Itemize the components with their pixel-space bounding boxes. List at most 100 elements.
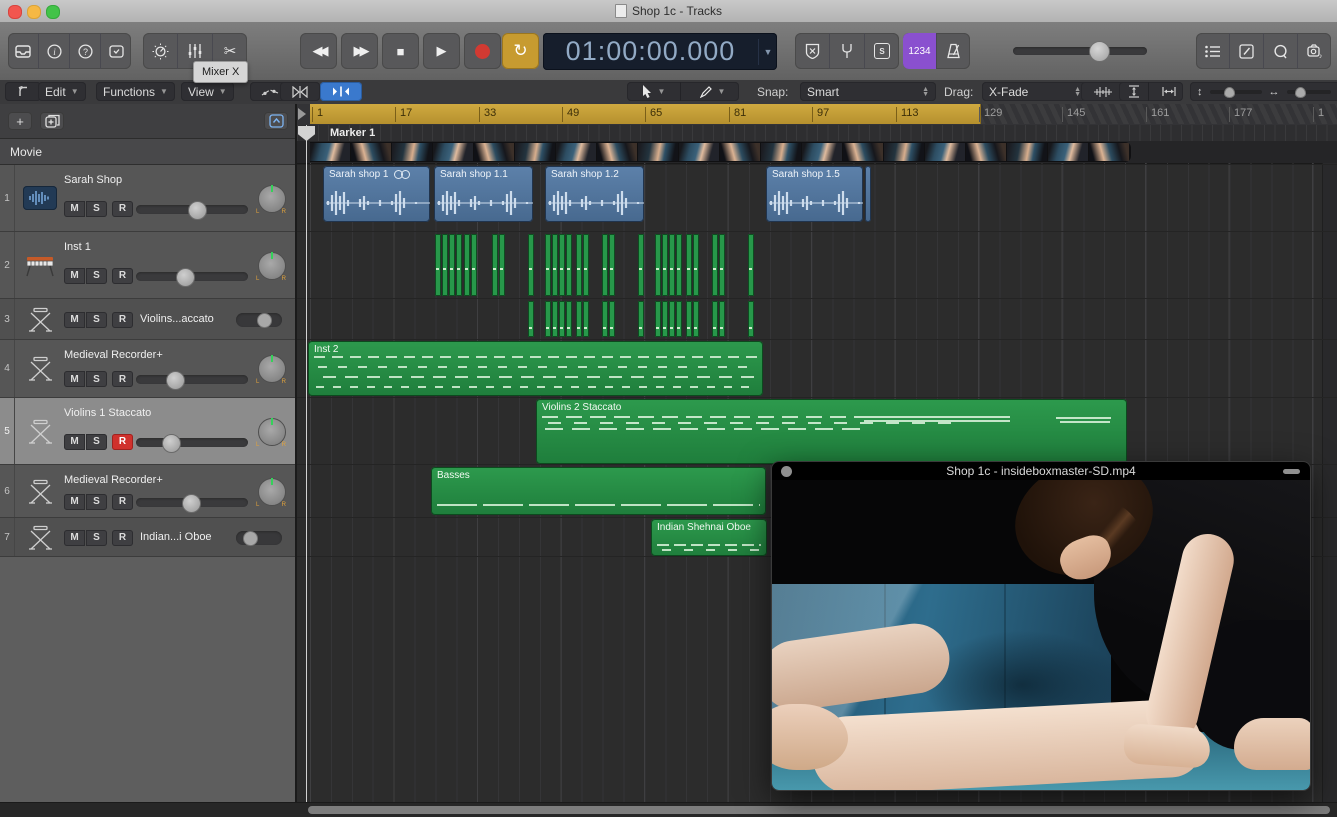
midi-region-small[interactable]	[583, 234, 589, 296]
midi-region-small[interactable]	[449, 234, 455, 296]
midi-region-small[interactable]	[471, 234, 477, 296]
mute-button[interactable]: M	[64, 371, 85, 387]
track-volume-slider[interactable]	[136, 272, 248, 281]
tuner-icon[interactable]	[830, 33, 865, 69]
movie-global-track-header[interactable]: Movie	[0, 139, 296, 165]
minimize-window-button[interactable]	[27, 5, 41, 19]
midi-region[interactable]: Indian Shehnai Oboe	[651, 519, 767, 556]
horizontal-auto-zoom-icon[interactable]	[1154, 82, 1183, 101]
stop-button[interactable]: ■	[382, 33, 419, 69]
duplicate-track-button[interactable]	[40, 112, 64, 130]
audio-region[interactable]: Sarah shop 1.5	[766, 166, 863, 222]
note-pads-icon[interactable]	[1230, 33, 1264, 69]
solo-button[interactable]: S	[86, 494, 107, 510]
track-name[interactable]: Medieval Recorder+	[64, 474, 163, 486]
command-click-tool-menu[interactable]: ▼	[686, 82, 739, 101]
vertical-auto-zoom-icon[interactable]	[1119, 82, 1149, 101]
track-name[interactable]: Violins...accato	[140, 313, 214, 325]
midi-region-small[interactable]	[669, 234, 675, 296]
midi-region-small[interactable]	[638, 234, 644, 296]
track-volume-slider[interactable]	[236, 313, 282, 327]
count-in-button[interactable]: 1234	[903, 33, 937, 69]
track-header-options-button[interactable]	[264, 112, 288, 130]
add-track-button[interactable]: +	[8, 112, 32, 130]
midi-region-small[interactable]	[528, 234, 534, 296]
midi-region-small[interactable]	[655, 301, 661, 337]
midi-region-small[interactable]	[545, 234, 551, 296]
midi-region[interactable]: Violins 2 Staccato	[536, 399, 1127, 464]
mute-button[interactable]: M	[64, 494, 85, 510]
track-name[interactable]: Inst 1	[64, 241, 91, 253]
solo-mode-icon[interactable]: S	[865, 33, 899, 69]
mute-button[interactable]: M	[64, 268, 85, 284]
midi-region-small[interactable]	[566, 234, 572, 296]
midi-region-small[interactable]	[693, 301, 699, 337]
vertical-zoom-slider[interactable]	[1210, 90, 1262, 94]
midi-region-small[interactable]	[655, 234, 661, 296]
track-name[interactable]: Sarah Shop	[64, 174, 122, 186]
midi-region-small[interactable]	[712, 301, 718, 337]
snap-dropdown[interactable]: Smart ▲▼	[800, 82, 936, 101]
track-volume-slider[interactable]	[136, 438, 248, 447]
play-button[interactable]: ▶	[423, 33, 460, 69]
metronome-button[interactable]	[937, 33, 970, 69]
solo-button[interactable]: S	[86, 434, 107, 450]
record-enable-button[interactable]: R	[112, 268, 133, 284]
track-name[interactable]: Indian...i Oboe	[140, 531, 212, 543]
midi-region-small[interactable]	[566, 301, 572, 337]
bar-ruler[interactable]: 11733496581971131291451611771	[297, 104, 1337, 126]
horizontal-zoom-slider[interactable]	[1287, 90, 1331, 94]
audio-region[interactable]	[865, 166, 871, 222]
midi-region-small[interactable]	[609, 301, 615, 337]
midi-region-small[interactable]	[676, 301, 682, 337]
midi-region-small[interactable]	[676, 234, 682, 296]
midi-region-small[interactable]	[662, 301, 668, 337]
solo-button[interactable]: S	[86, 530, 107, 546]
track-volume-slider[interactable]	[136, 205, 248, 214]
solo-button[interactable]: S	[86, 268, 107, 284]
inspector-info-icon[interactable]: i	[39, 33, 70, 69]
movie-filmstrip[interactable]	[310, 142, 1131, 162]
midi-region-small[interactable]	[602, 301, 608, 337]
header-timeline-divider[interactable]	[295, 104, 297, 802]
back-arrow-icon[interactable]	[5, 82, 41, 101]
midi-region-small[interactable]	[576, 234, 582, 296]
midi-region-small[interactable]	[602, 234, 608, 296]
solo-button[interactable]: S	[86, 201, 107, 217]
midi-region-small[interactable]	[693, 234, 699, 296]
midi-region-small[interactable]	[442, 234, 448, 296]
edit-menu[interactable]: Edit▼	[38, 82, 86, 101]
left-click-tool-menu[interactable]: ▼	[627, 82, 681, 101]
midi-region-small[interactable]	[499, 234, 505, 296]
audio-region[interactable]: Sarah shop 1	[323, 166, 430, 222]
track-volume-slider[interactable]	[136, 375, 248, 384]
track-header-6[interactable]: 6Medieval Recorder+ M S R LR	[0, 465, 296, 518]
midi-region-small[interactable]	[552, 234, 558, 296]
movie-window[interactable]: Shop 1c - insideboxmaster-SD.mp4	[772, 462, 1310, 790]
list-editors-icon[interactable]	[1196, 33, 1230, 69]
quick-help-icon[interactable]: ?	[70, 33, 101, 69]
midi-region-small[interactable]	[464, 234, 470, 296]
library-drawer-icon[interactable]	[8, 33, 39, 69]
midi-region-small[interactable]	[528, 301, 534, 337]
toolbar-toggle-icon[interactable]	[101, 33, 131, 69]
midi-region-small[interactable]	[719, 234, 725, 296]
midi-region-small[interactable]	[686, 301, 692, 337]
midi-region-small[interactable]	[583, 301, 589, 337]
pan-knob[interactable]: LR	[254, 252, 288, 282]
midi-region-small[interactable]	[719, 301, 725, 337]
audio-region[interactable]: Sarah shop 1.2	[545, 166, 644, 222]
midi-region-small[interactable]	[559, 301, 565, 337]
movie-window-close-button[interactable]	[781, 466, 792, 477]
zoom-window-button[interactable]	[46, 5, 60, 19]
close-window-button[interactable]	[8, 5, 22, 19]
midi-region-small[interactable]	[492, 234, 498, 296]
movie-window-titlebar[interactable]: Shop 1c - insideboxmaster-SD.mp4	[772, 462, 1310, 480]
mute-button[interactable]: M	[64, 434, 85, 450]
midi-region-small[interactable]	[748, 301, 754, 337]
midi-region-small[interactable]	[662, 234, 668, 296]
record-enable-button[interactable]: R	[112, 530, 133, 546]
mute-button[interactable]: M	[64, 312, 85, 328]
track-name[interactable]: Medieval Recorder+	[64, 349, 163, 361]
midi-region[interactable]: Basses	[431, 467, 766, 515]
